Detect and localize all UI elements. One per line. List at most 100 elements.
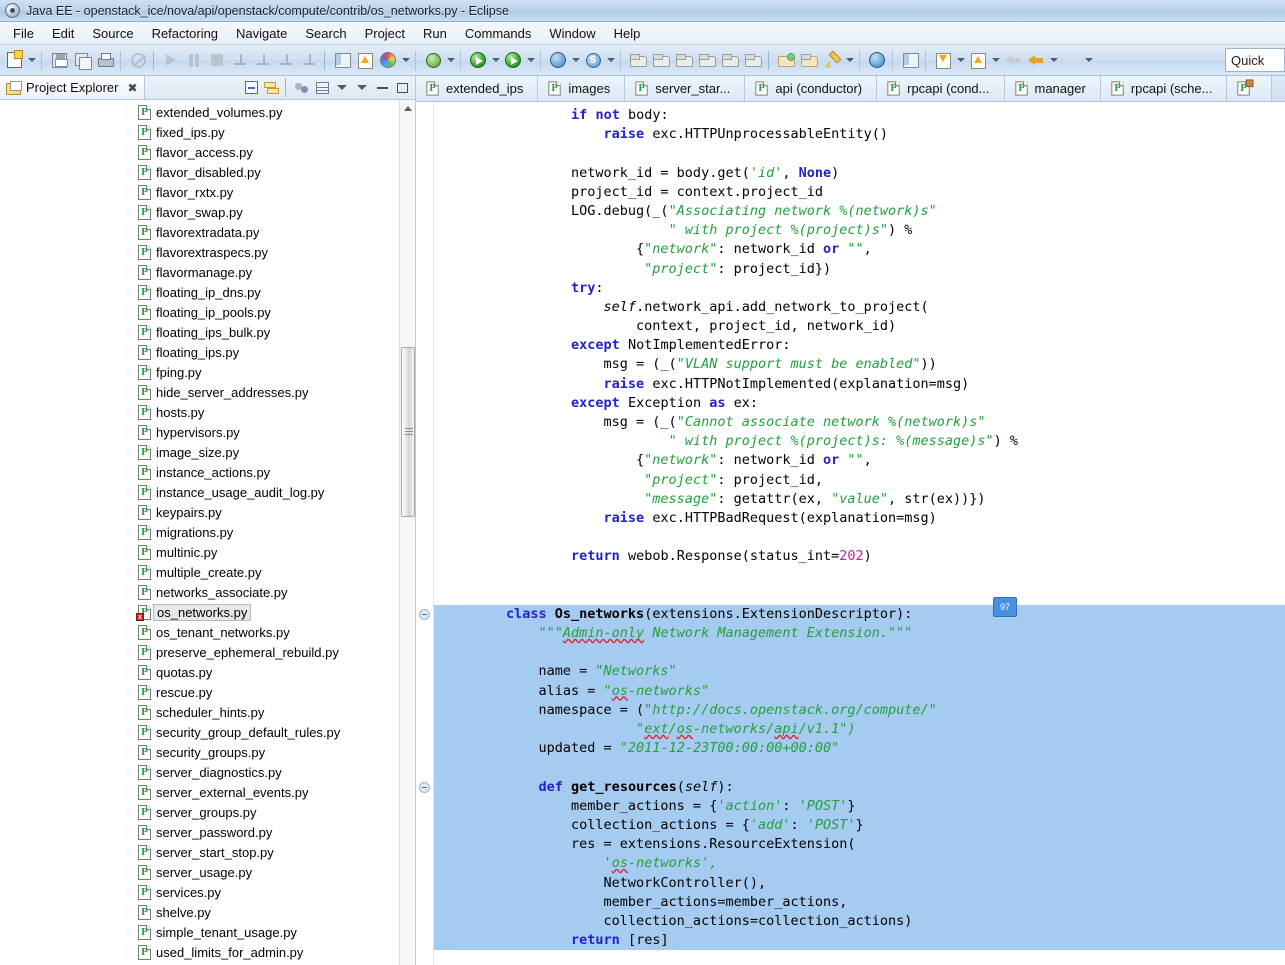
expand-arrow-icon[interactable] [125,467,134,477]
tree-row[interactable]: Ppreserve_ephemeral_rebuild.py [0,642,415,662]
tree-scrollbar[interactable] [399,100,415,965]
tree-row[interactable]: Pextended_volumes.py [0,102,415,122]
tree-row[interactable]: Pflavor_swap.py [0,202,415,222]
print-button[interactable] [94,49,116,72]
expand-arrow-icon[interactable] [125,807,134,817]
code-area[interactable]: if not body: raise exc.HTTPUnprocessable… [434,102,1285,965]
download-button[interactable] [932,49,954,72]
expand-arrow-icon[interactable] [125,947,134,957]
tree-row[interactable]: Pfloating_ips.py [0,342,415,362]
minimize-view-button[interactable] [353,79,371,97]
expand-arrow-icon[interactable] [125,327,134,337]
tree-row[interactable]: Pinstance_actions.py [0,462,415,482]
link-with-editor-button[interactable] [262,79,280,97]
menu-commands[interactable]: Commands [456,24,540,43]
save-all-button[interactable] [71,49,93,72]
open-perspective-button[interactable] [866,49,888,72]
tree-row[interactable]: Pmigrations.py [0,522,415,542]
tree-row[interactable]: Psimple_tenant_usage.py [0,922,415,942]
tree-row[interactable]: Pserver_password.py [0,822,415,842]
editor-tab[interactable]: Pserver_star... [625,76,746,101]
expand-arrow-icon[interactable] [125,227,134,237]
expand-arrow-icon[interactable] [125,267,134,277]
expand-arrow-icon[interactable] [125,487,134,497]
menu-source[interactable]: Source [83,24,142,43]
back-button[interactable] [1002,49,1024,72]
new-server-button[interactable]: S [582,49,604,72]
expand-arrow-icon[interactable] [125,867,134,877]
expand-arrow-icon[interactable] [125,647,134,657]
tree-row[interactable]: Psecurity_groups.py [0,742,415,762]
expand-arrow-icon[interactable] [125,907,134,917]
run-dropdown[interactable] [490,49,501,72]
tree-row[interactable]: Pinstance_usage_audit_log.py [0,482,415,502]
expand-arrow-icon[interactable] [125,727,134,737]
tree-row[interactable]: Pserver_start_stop.py [0,842,415,862]
expand-arrow-icon[interactable] [125,587,134,597]
disconnect-button[interactable] [229,49,251,72]
fold-collapse-icon[interactable] [419,609,430,621]
file-tree[interactable]: Pextended_volumes.py Pfixed_ips.py Pflavor… [0,100,415,962]
tree-row[interactable]: Pquotas.py [0,662,415,682]
expand-arrow-icon[interactable] [125,427,134,437]
expand-arrow-icon[interactable] [125,767,134,777]
tab-project-explorer[interactable]: Project Explorer ✖ [0,76,145,99]
expand-arrow-icon[interactable] [125,347,134,357]
tree-row[interactable]: Pserver_diagnostics.py [0,762,415,782]
resume-button[interactable] [160,49,182,72]
tree-row[interactable]: Pflavorextradata.py [0,222,415,242]
expand-arrow-icon[interactable] [125,407,134,417]
edit-button[interactable] [821,49,843,72]
color-theme-button[interactable] [377,49,399,72]
quick-access-input[interactable]: Quick [1225,48,1285,72]
expand-arrow-icon[interactable] [125,187,134,197]
editor-tab[interactable]: Pextended_ips [416,76,539,101]
expand-arrow-icon[interactable] [125,827,134,837]
forward-dropdown[interactable] [1083,49,1094,72]
expand-arrow-icon[interactable] [125,887,134,897]
tree-row[interactable]: Pmultinic.py [0,542,415,562]
editor-tab[interactable]: Prpcapi (cond... [877,76,1005,101]
package-button-6[interactable] [742,49,764,72]
expand-arrow-icon[interactable] [125,567,134,577]
tree-row[interactable]: Pkeypairs.py [0,502,415,522]
maximize-button[interactable] [393,79,411,97]
menu-edit[interactable]: Edit [43,24,83,43]
color-dropdown[interactable] [400,49,411,72]
collapse-all-button[interactable] [242,79,260,97]
tree-row[interactable]: Pflavorextraspecs.py [0,242,415,262]
new-file-button[interactable] [3,49,25,72]
close-icon[interactable]: ✖ [127,81,137,95]
run-server-button[interactable] [502,49,524,72]
filter-button[interactable] [293,79,311,97]
tree-row[interactable]: Pnetworks_associate.py [0,582,415,602]
package-button-1[interactable] [627,49,649,72]
tree-row[interactable]: Prescue.py [0,682,415,702]
editor-gutter[interactable] [416,102,434,965]
editor-tab[interactable]: Prpcapi (sche... [1100,76,1228,101]
editor-tab[interactable]: Pimages [538,76,626,101]
upload-button[interactable] [967,49,989,72]
menu-refactoring[interactable]: Refactoring [143,24,227,43]
tree-row[interactable]: Pimage_size.py [0,442,415,462]
previous-annotation-button[interactable] [354,49,376,72]
expand-arrow-icon[interactable] [125,367,134,377]
new-web-dropdown[interactable] [570,49,581,72]
editor-tab[interactable]: Pmanager [1004,76,1101,101]
open-package-button[interactable] [775,49,797,72]
forward-button[interactable] [1060,49,1082,72]
tree-row[interactable]: Pshelve.py [0,902,415,922]
download-dropdown[interactable] [955,49,966,72]
scrollbar-thumb[interactable] [401,347,415,517]
tree-row[interactable]: Pused_limits_for_admin.py [0,942,415,962]
expand-arrow-icon[interactable] [125,707,134,717]
tree-row[interactable]: Pfping.py [0,362,415,382]
tree-row[interactable]: Pos_tenant_networks.py [0,622,415,642]
tree-row[interactable]: Phide_server_addresses.py [0,382,415,402]
tree-row[interactable]: Pserver_usage.py [0,862,415,882]
step-over-button[interactable] [275,49,297,72]
tree-row[interactable]: Pflavor_rxtx.py [0,182,415,202]
tree-row[interactable]: Pserver_external_events.py [0,782,415,802]
tree-row[interactable]: Phypervisors.py [0,422,415,442]
editor-tab[interactable]: P [1227,76,1273,101]
